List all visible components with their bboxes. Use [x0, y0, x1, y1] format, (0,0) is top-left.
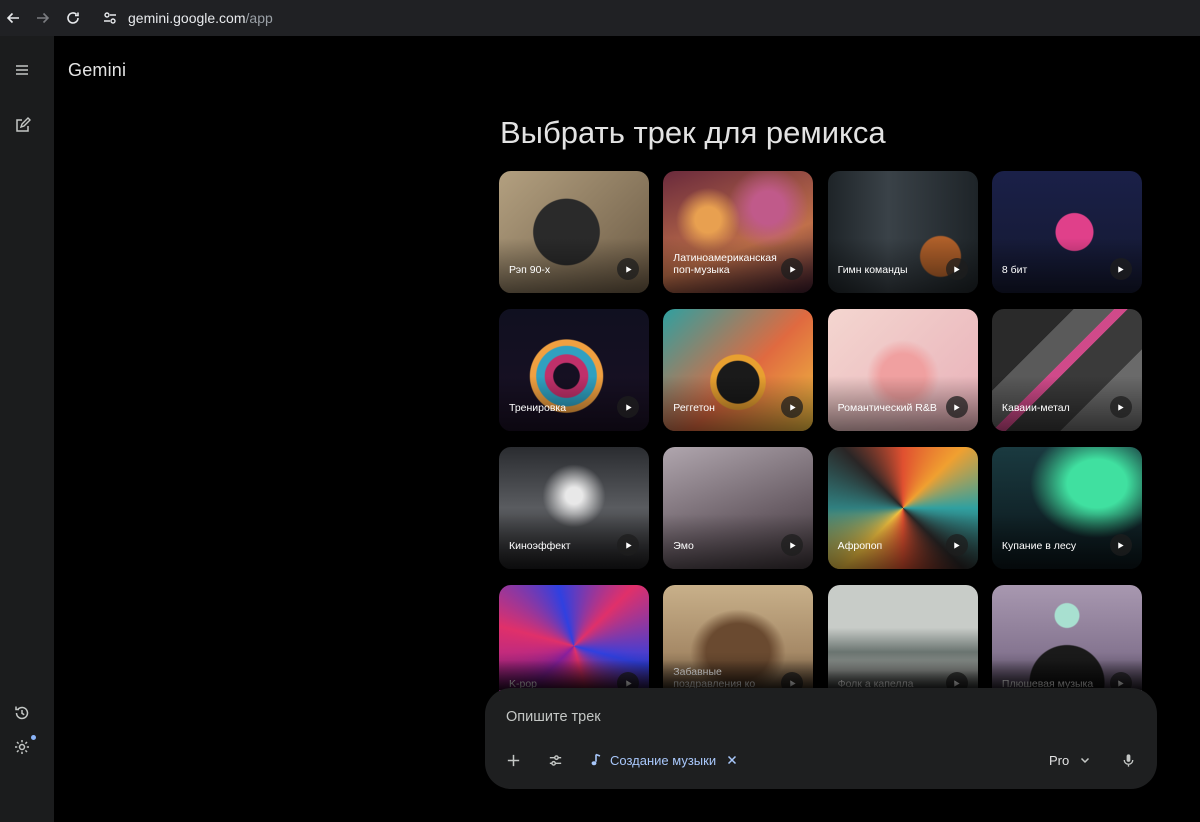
play-icon — [954, 403, 960, 411]
new-chat-button[interactable] — [11, 115, 33, 137]
add-icon — [507, 754, 519, 766]
remix-track-card[interactable]: Рэп 90-х — [499, 171, 649, 293]
remix-track-card[interactable]: Каваии-метал — [991, 309, 1142, 431]
tools-icon — [549, 754, 561, 766]
play-button[interactable] — [617, 534, 639, 556]
mic-icon — [1123, 753, 1133, 767]
play-icon — [790, 403, 796, 411]
back-icon — [6, 12, 19, 24]
card-label: Реггетон — [673, 402, 715, 414]
prompt-input[interactable] — [506, 707, 1106, 727]
card-label: Романтический R&B — [837, 402, 937, 414]
tools-button[interactable] — [542, 747, 568, 773]
history-icon — [15, 706, 29, 720]
chevron-down-icon — [1081, 757, 1090, 764]
new-chat-icon — [16, 117, 31, 132]
remix-track-grid: Рэп 90-х Латиноамериканская поп-музыка Гим… — [499, 171, 1142, 707]
back-button[interactable] — [0, 5, 26, 31]
play-button[interactable] — [945, 396, 968, 418]
play-icon — [790, 541, 796, 549]
remix-track-card[interactable]: Реггетон — [663, 309, 814, 431]
card-label: Тренировка — [509, 402, 567, 414]
remix-track-card[interactable]: Купание в лесу — [991, 447, 1142, 569]
remix-track-card[interactable]: Киноэффект — [499, 447, 649, 569]
close-icon[interactable] — [727, 755, 737, 765]
mic-button[interactable] — [1115, 747, 1141, 773]
play-button[interactable] — [1109, 258, 1132, 280]
site-settings-icon — [104, 12, 116, 24]
settings-button[interactable] — [11, 735, 36, 758]
remix-track-card[interactable]: Эмо — [663, 447, 814, 569]
notification-dot — [31, 735, 36, 740]
forward-button[interactable] — [30, 5, 56, 31]
music-tool-chip[interactable]: Создание музыки — [589, 749, 737, 771]
settings-icon — [15, 740, 29, 754]
card-label: Каваии-метал — [1001, 402, 1070, 414]
reload-button[interactable] — [60, 5, 86, 31]
page-title: Выбрать трек для ремикса — [500, 115, 886, 150]
remix-track-card[interactable]: Латиноамериканская поп-музыка — [663, 171, 814, 293]
url-text[interactable]: gemini.google.com/app — [128, 10, 273, 26]
play-icon — [954, 541, 960, 549]
play-button[interactable] — [1109, 396, 1132, 418]
play-icon — [1118, 541, 1125, 549]
remix-track-card[interactable]: 8 бит — [991, 171, 1142, 293]
card-label: Гимн команды — [837, 264, 908, 276]
play-icon — [1118, 265, 1125, 273]
card-label: Латиноамериканская поп-музыка — [673, 252, 777, 276]
play-icon — [954, 265, 960, 273]
card-label: Киноэффект — [509, 540, 571, 552]
card-label: 8 бит — [1001, 264, 1028, 276]
play-icon — [790, 265, 796, 273]
play-button[interactable] — [617, 396, 639, 418]
model-selector[interactable]: Pro — [1049, 749, 1091, 771]
bottom-fade — [470, 660, 1170, 690]
play-icon — [625, 265, 632, 273]
play-icon — [625, 403, 632, 411]
play-icon — [625, 541, 632, 549]
remix-track-card[interactable]: Романтический R&B — [827, 309, 978, 431]
browser-toolbar: gemini.google.com/app — [0, 0, 1200, 36]
music-note-icon — [591, 753, 601, 766]
reload-icon — [67, 12, 79, 24]
brand-title: Gemini — [68, 60, 127, 80]
play-button[interactable] — [1109, 534, 1132, 556]
card-label: Рэп 90-х — [509, 264, 551, 276]
play-button[interactable] — [945, 258, 968, 280]
card-label: Афропоп — [837, 540, 883, 552]
card-label: Купание в лесу — [1001, 540, 1077, 552]
forward-icon — [37, 12, 50, 24]
play-icon — [1118, 403, 1125, 411]
site-settings-button[interactable] — [96, 4, 124, 32]
remix-track-card[interactable]: Тренировка — [499, 309, 649, 431]
music-tool-label: Создание музыки — [610, 752, 717, 768]
remix-track-card[interactable]: Гимн команды — [827, 171, 978, 293]
url-path: /app — [245, 10, 273, 26]
address-bar[interactable]: gemini.google.com/app — [96, 4, 1200, 32]
card-label: Эмо — [673, 540, 694, 552]
add-button[interactable] — [500, 747, 526, 773]
url-host: gemini.google.com — [128, 10, 246, 26]
side-rail — [0, 36, 54, 822]
remix-track-card[interactable]: Афропоп — [827, 447, 978, 569]
history-button[interactable] — [11, 702, 33, 724]
play-button[interactable] — [617, 258, 639, 280]
menu-button[interactable] — [11, 59, 33, 81]
play-button[interactable] — [945, 534, 968, 556]
model-label: Pro — [1049, 752, 1070, 768]
menu-icon — [16, 65, 28, 75]
prompt-composer: Создание музыки Pro — [485, 688, 1157, 789]
